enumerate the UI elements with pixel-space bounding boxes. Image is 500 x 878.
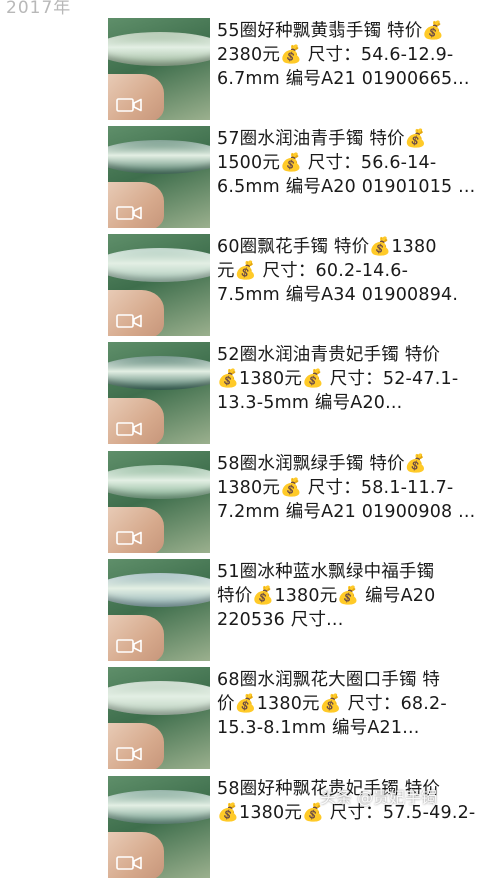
post-description: 51圈冰种蓝水飘绿中福手镯 特价💰1380元💰 编号A20 220536 尺寸.… bbox=[217, 562, 436, 630]
video-thumbnail[interactable] bbox=[108, 234, 210, 336]
moment-post[interactable]: 58圈好种飘花贵妃手镯 特价 💰1380元💰 尺寸：57.5-49.2- bbox=[108, 776, 500, 878]
video-thumbnail[interactable] bbox=[108, 342, 210, 444]
post-description: 68圈水润飘花大圈口手镯 特 价💰1380元💰 尺寸：68.2- 15.3-8.… bbox=[217, 670, 447, 738]
post-description: 57圈水润油青手镯 特价💰 1500元💰 尺寸：56.6-14- 6.5mm 编… bbox=[217, 129, 476, 197]
video-camera-icon bbox=[116, 639, 142, 653]
moment-post[interactable]: 52圈水润油青贵妃手镯 特价 💰1380元💰 尺寸：52-47.1- 13.3-… bbox=[108, 342, 500, 444]
video-thumbnail[interactable] bbox=[108, 451, 210, 553]
video-thumbnail[interactable] bbox=[108, 776, 210, 878]
moment-post[interactable]: 68圈水润飘花大圈口手镯 特 价💰1380元💰 尺寸：68.2- 15.3-8.… bbox=[108, 667, 500, 769]
video-camera-icon bbox=[116, 856, 142, 870]
video-thumbnail[interactable] bbox=[108, 667, 210, 769]
post-description: 55圈好种飘黄翡手镯 特价💰 2380元💰 尺寸：54.6-12.9- 6.7m… bbox=[217, 21, 470, 89]
video-thumbnail[interactable] bbox=[108, 126, 210, 228]
moment-post[interactable]: 57圈水润油青手镯 特价💰 1500元💰 尺寸：56.6-14- 6.5mm 编… bbox=[108, 126, 500, 228]
video-camera-icon bbox=[116, 531, 142, 545]
moment-post[interactable]: 60圈飘花手镯 特价💰1380 元💰 尺寸：60.2-14.6- 7.5mm 编… bbox=[108, 234, 500, 336]
post-description: 60圈飘花手镯 特价💰1380 元💰 尺寸：60.2-14.6- 7.5mm 编… bbox=[217, 237, 459, 305]
post-description: 58圈水润飘绿手镯 特价💰 1380元💰 尺寸：58.1-11.7- 7.2mm… bbox=[217, 454, 476, 522]
moment-post[interactable]: 58圈水润飘绿手镯 特价💰 1380元💰 尺寸：58.1-11.7- 7.2mm… bbox=[108, 451, 500, 553]
video-camera-icon bbox=[116, 98, 142, 112]
post-description: 52圈水润油青贵妃手镯 特价 💰1380元💰 尺寸：52-47.1- 13.3-… bbox=[217, 345, 459, 413]
moment-post[interactable]: 51圈冰种蓝水飘绿中福手镯 特价💰1380元💰 编号A20 220536 尺寸.… bbox=[108, 559, 500, 661]
timeline-year: 2017年 bbox=[6, 0, 72, 18]
video-camera-icon bbox=[116, 747, 142, 761]
video-camera-icon bbox=[116, 422, 142, 436]
video-thumbnail[interactable] bbox=[108, 559, 210, 661]
moment-post[interactable]: 55圈好种飘黄翡手镯 特价💰 2380元💰 尺寸：54.6-12.9- 6.7m… bbox=[108, 18, 500, 120]
watermark: 头条 @贵妃手镯 bbox=[320, 788, 438, 807]
video-thumbnail[interactable] bbox=[108, 18, 210, 120]
video-camera-icon bbox=[116, 314, 142, 328]
video-camera-icon bbox=[116, 206, 142, 220]
